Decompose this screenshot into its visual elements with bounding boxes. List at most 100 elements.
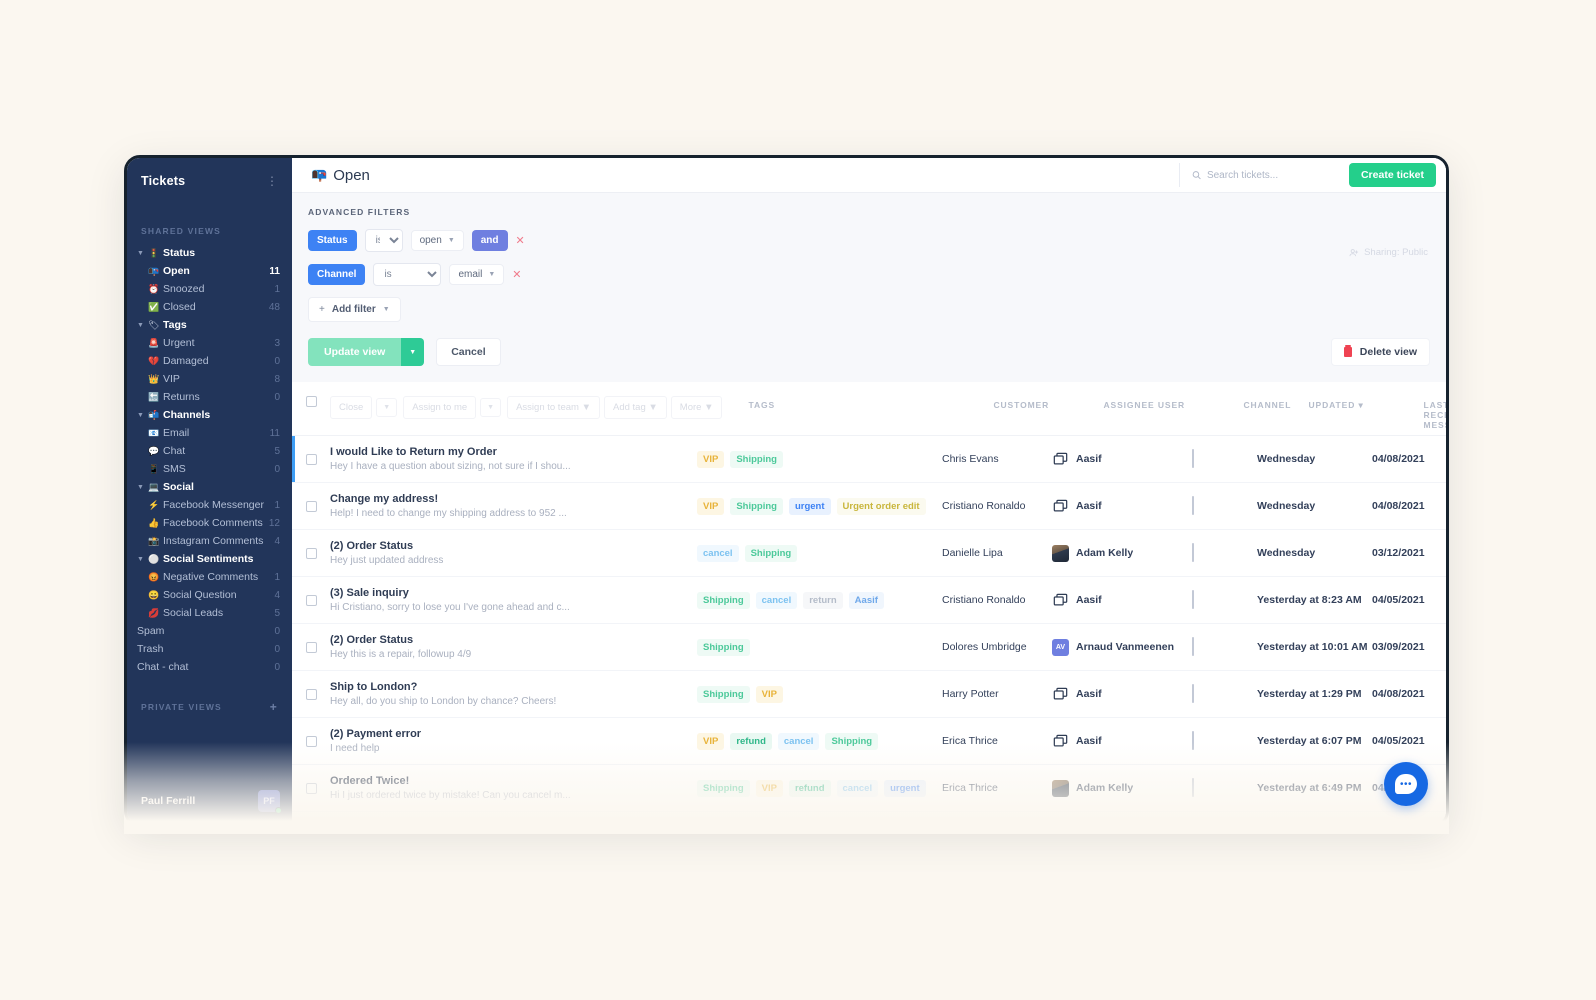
- bulk-assign-to-me-caret-icon[interactable]: ▼: [480, 398, 502, 418]
- ticket-tag[interactable]: cancel: [777, 732, 820, 750]
- ticket-subject-cell[interactable]: (2) Order Status Hey this is a repair, fo…: [330, 634, 675, 660]
- sidebar-item-trash[interactable]: Trash 0: [127, 640, 292, 658]
- sidebar-item-chat[interactable]: 💬 Chat 5: [127, 442, 292, 460]
- ticket-subject-cell[interactable]: Ship to London? Hey all, do you ship to L…: [330, 681, 675, 707]
- assignee-cell[interactable]: AV Arnaud Vanmeenen: [1052, 638, 1192, 656]
- table-row[interactable]: Ship to London? Hey all, do you ship to L…: [292, 671, 1446, 719]
- sidebar-group-social-sentiments[interactable]: ▼ ⚪ Social Sentiments: [127, 550, 292, 568]
- add-private-view-button[interactable]: +: [270, 700, 278, 714]
- ticket-tag[interactable]: Shipping: [730, 450, 783, 468]
- table-row[interactable]: Change my address! Help! I need to change…: [292, 483, 1446, 531]
- filter-operator-select[interactable]: isis not: [364, 229, 403, 253]
- filter-value-dropdown[interactable]: email ▼: [449, 264, 505, 286]
- sidebar-item-chat-chat[interactable]: Chat - chat 0: [127, 658, 292, 676]
- sidebar-item-spam[interactable]: Spam 0: [127, 622, 292, 640]
- ticket-tag[interactable]: VIP: [755, 685, 783, 703]
- view-title-field[interactable]: 📭 Open: [302, 163, 1179, 187]
- sidebar-item-closed[interactable]: ✅ Closed 48: [127, 298, 292, 316]
- ticket-subject-cell[interactable]: I would Like to Return my Order Hey I hav…: [330, 446, 675, 472]
- avatar[interactable]: PF: [258, 790, 282, 814]
- sidebar-item-sms[interactable]: 📱 SMS 0: [127, 460, 292, 478]
- column-header-assignee[interactable]: ASSIGNEE USER: [1103, 396, 1243, 410]
- sidebar-group-status[interactable]: ▼ 🚦 Status: [127, 244, 292, 262]
- assignee-cell[interactable]: Aasif: [1052, 451, 1192, 468]
- kebab-menu-icon[interactable]: ⋮: [266, 175, 278, 187]
- sidebar-item-open[interactable]: 📭 Open 11: [127, 262, 292, 280]
- column-header-tags[interactable]: TAGS: [748, 396, 993, 410]
- table-row[interactable]: (3) Sale inquiry Hi Cristiano, sorry to l…: [292, 577, 1446, 625]
- ticket-subject-cell[interactable]: (3) Sale inquiry Hi Cristiano, sorry to l…: [330, 587, 675, 613]
- ticket-tag[interactable]: Shipping: [697, 638, 750, 656]
- ticket-tag[interactable]: cancel: [697, 544, 739, 562]
- row-checkbox[interactable]: [306, 735, 317, 747]
- search-input[interactable]: [1206, 169, 1339, 181]
- cancel-button[interactable]: Cancel: [436, 338, 501, 367]
- sidebar-item-vip[interactable]: 👑 VIP 8: [127, 370, 292, 388]
- filter-field-chip[interactable]: Status: [308, 230, 357, 252]
- sidebar-item-social-leads[interactable]: 💋 Social Leads 5: [127, 604, 292, 622]
- search-box[interactable]: [1178, 163, 1339, 188]
- assignee-cell[interactable]: Aasif: [1052, 733, 1192, 750]
- row-checkbox[interactable]: [306, 641, 317, 653]
- column-header-customer[interactable]: CUSTOMER: [993, 396, 1103, 410]
- ticket-tag[interactable]: Shipping: [825, 732, 879, 750]
- ticket-tag[interactable]: refund: [788, 779, 831, 797]
- ticket-tag[interactable]: urgent: [788, 497, 831, 515]
- remove-filter-icon[interactable]: ✕: [512, 268, 521, 281]
- ticket-tag[interactable]: VIP: [697, 497, 725, 515]
- ticket-tag[interactable]: Shipping: [744, 544, 798, 562]
- ticket-tag[interactable]: VIP: [697, 450, 725, 468]
- chevron-down-icon[interactable]: ▼: [401, 338, 425, 367]
- table-row[interactable]: I would Like to Return my Order Hey I hav…: [292, 436, 1446, 484]
- select-all-checkbox[interactable]: [306, 396, 317, 408]
- table-row[interactable]: (2) Payment error I need help VIP refund can…: [292, 718, 1446, 766]
- sidebar-item-email[interactable]: 📧 Email 11: [127, 424, 292, 442]
- ticket-tag[interactable]: Aasif: [848, 591, 884, 609]
- table-row[interactable]: Ordered Twice! Hi I just ordered twice by…: [292, 765, 1446, 813]
- filter-field-chip[interactable]: Channel: [308, 264, 366, 286]
- assignee-cell[interactable]: Aasif: [1052, 592, 1192, 609]
- ticket-tag[interactable]: Shipping: [697, 779, 750, 797]
- ticket-tag[interactable]: Shipping: [697, 591, 750, 609]
- assignee-cell[interactable]: Adam Kelly: [1052, 779, 1192, 797]
- row-checkbox[interactable]: [306, 500, 317, 512]
- sidebar-group-channels[interactable]: ▼ 📬 Channels: [127, 406, 292, 424]
- assignee-cell[interactable]: Aasif: [1052, 498, 1192, 515]
- filter-conjunction-chip[interactable]: and: [471, 230, 508, 252]
- bulk-more-button[interactable]: More ▼: [670, 396, 723, 420]
- table-row[interactable]: (2) Order Status Hey just updated address…: [292, 530, 1446, 578]
- sidebar-item-instagram-comments[interactable]: 📸 Instagram Comments 4: [127, 532, 292, 550]
- ticket-tag[interactable]: VIP: [755, 779, 783, 797]
- bulk-close-button[interactable]: Close: [330, 396, 373, 420]
- update-view-button[interactable]: Update view ▼: [308, 338, 425, 367]
- create-ticket-button[interactable]: Create ticket: [1348, 163, 1436, 188]
- sharing-status[interactable]: Sharing: Public: [1349, 247, 1428, 258]
- assignee-cell[interactable]: Adam Kelly: [1052, 544, 1192, 562]
- assignee-cell[interactable]: Aasif: [1052, 686, 1192, 703]
- sidebar-group-social[interactable]: ▼ 💻 Social: [127, 478, 292, 496]
- chat-launcher-button[interactable]: •••: [1384, 762, 1428, 806]
- sidebar-item-facebook-messenger[interactable]: ⚡ Facebook Messenger 1: [127, 496, 292, 514]
- column-header-updated[interactable]: UPDATED ▾: [1308, 396, 1423, 411]
- ticket-tag[interactable]: cancel: [836, 779, 879, 797]
- ticket-tag[interactable]: VIP: [697, 732, 725, 750]
- ticket-tag[interactable]: Shipping: [697, 685, 750, 703]
- sidebar-item-returns[interactable]: 🔙 Returns 0: [127, 388, 292, 406]
- bulk-close-caret-icon[interactable]: ▼: [376, 398, 398, 418]
- row-checkbox[interactable]: [306, 594, 317, 606]
- sidebar-item-social-question[interactable]: 😀 Social Question 4: [127, 586, 292, 604]
- ticket-subject-cell[interactable]: Change my address! Help! I need to change…: [330, 493, 675, 519]
- filter-value-dropdown[interactable]: open ▼: [410, 230, 464, 252]
- ticket-tag[interactable]: Urgent order edit: [836, 497, 926, 515]
- sidebar-item-facebook-comments[interactable]: 👍 Facebook Comments 12: [127, 514, 292, 532]
- sidebar-item-damaged[interactable]: 💔 Damaged 0: [127, 352, 292, 370]
- ticket-subject-cell[interactable]: (2) Payment error I need help: [330, 728, 675, 754]
- table-row[interactable]: (2) Order Status Hey this is a repair, fo…: [292, 624, 1446, 672]
- column-header-channel[interactable]: CHANNEL: [1243, 396, 1308, 410]
- ticket-tag[interactable]: cancel: [755, 591, 798, 609]
- row-checkbox[interactable]: [306, 782, 317, 794]
- ticket-tag[interactable]: refund: [730, 732, 772, 750]
- remove-filter-icon[interactable]: ✕: [516, 234, 525, 247]
- sidebar-user[interactable]: Paul Ferrill PF: [127, 780, 292, 824]
- ticket-subject-cell[interactable]: (2) Order Status Hey just updated address: [330, 540, 675, 566]
